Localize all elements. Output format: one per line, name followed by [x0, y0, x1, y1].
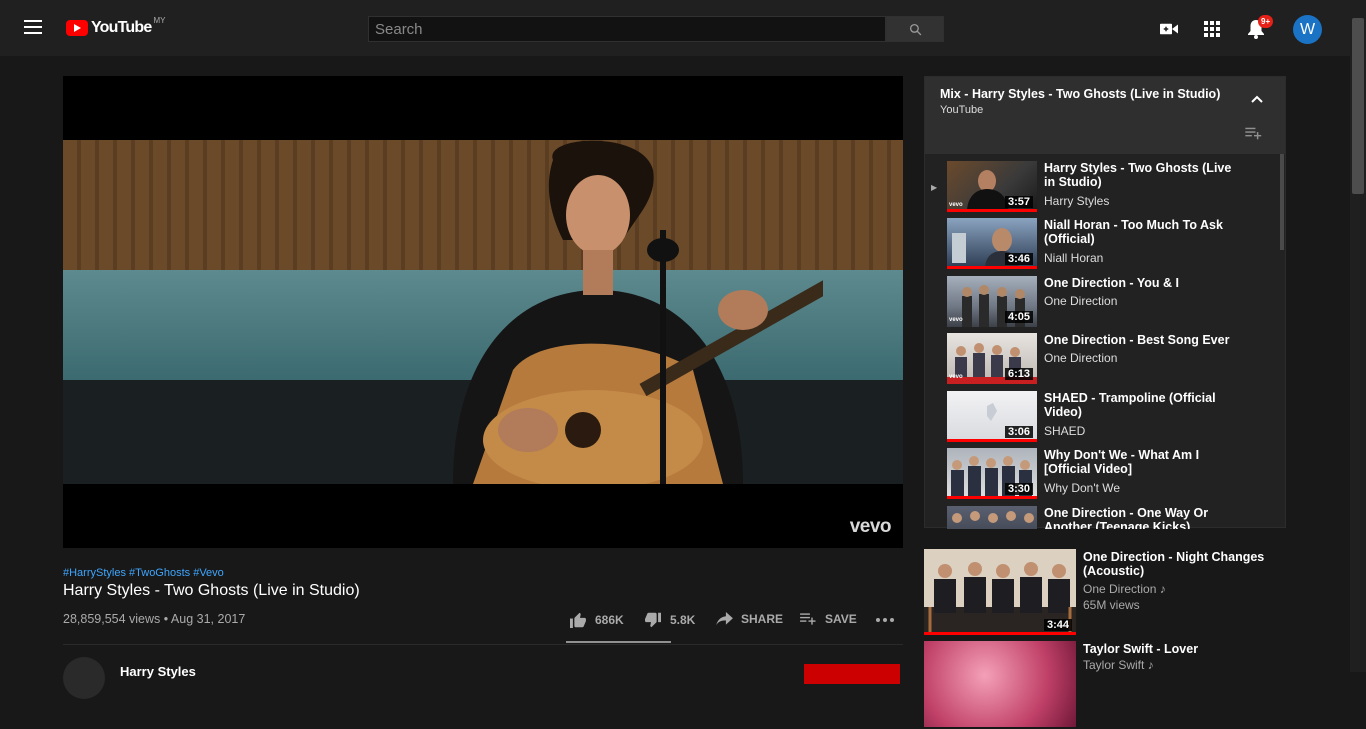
playlist-add-icon: [800, 613, 816, 625]
dislike-button[interactable]: 5.8K: [644, 612, 695, 628]
vevo-watermark: vevo: [849, 516, 892, 537]
logo-text: YouTube: [91, 19, 152, 36]
item-channel: One Direction: [1044, 351, 1118, 365]
item-channel: Niall Horan: [1044, 251, 1104, 265]
recommended-video[interactable]: 3:44 One Direction - Night Changes (Acou…: [924, 549, 1344, 637]
playlist-item[interactable]: One Direction - One Way Or Another (Teen…: [925, 506, 1275, 529]
item-title: One Direction - Best Song Ever: [1044, 333, 1230, 347]
recommended-channel: Taylor Swift ♪: [1083, 658, 1154, 672]
video-thumbnail: [947, 506, 1037, 529]
like-button[interactable]: 686K: [569, 612, 624, 628]
notification-badge: 9+: [1258, 15, 1274, 28]
more-actions-button[interactable]: [876, 618, 894, 622]
recommended-title: One Direction - Night Changes (Acoustic): [1083, 550, 1265, 578]
playlist-item[interactable]: vevo 4:05 One Direction - You & I One Di…: [925, 276, 1275, 330]
duration-label: 4:05: [1004, 311, 1033, 323]
duration-label: 3:57: [1004, 196, 1033, 208]
video-frame: [63, 140, 903, 484]
subscribe-button[interactable]: [804, 664, 900, 684]
item-title: Niall Horan - Too Much To Ask (Official): [1044, 218, 1223, 246]
now-playing-icon: ▶: [931, 183, 938, 192]
like-ratio-bar: [566, 641, 671, 643]
share-label: SHARE: [741, 612, 784, 626]
video-title: Harry Styles - Two Ghosts (Live in Studi…: [63, 582, 360, 599]
search-button[interactable]: [886, 16, 944, 42]
item-title: SHAED - Trampoline (Official Video): [1044, 391, 1216, 419]
playlist-item[interactable]: ▶ vevo 3:57 Harry Styles - Two Ghosts (L…: [925, 161, 1275, 215]
save-playlist-icon[interactable]: [1245, 127, 1263, 140]
recommended-title: Taylor Swift - Lover: [1083, 642, 1199, 656]
thumbs-up-icon: [570, 612, 586, 628]
playlist-header: Mix - Harry Styles - Two Ghosts (Live in…: [925, 77, 1285, 154]
mix-playlist-panel: Mix - Harry Styles - Two Ghosts (Live in…: [924, 76, 1286, 529]
item-title: One Direction - One Way Or Another (Teen…: [1044, 506, 1209, 529]
duration-label: 3:46: [1004, 253, 1033, 265]
like-count: 686K: [595, 613, 624, 627]
create-video-icon[interactable]: [1160, 22, 1178, 36]
recommended-channel: One Direction ♪: [1083, 582, 1166, 596]
item-channel: Why Don't We: [1044, 481, 1121, 495]
search-icon: [909, 23, 921, 35]
recommended-video[interactable]: Taylor Swift - Lover Taylor Swift ♪: [924, 641, 1344, 729]
divider: [63, 644, 903, 645]
item-channel: Harry Styles: [1044, 194, 1110, 208]
video-performer-image: [453, 140, 823, 484]
playlist-title[interactable]: Mix - Harry Styles - Two Ghosts (Live in…: [940, 87, 1270, 101]
video-thumbnail: 3:46: [947, 218, 1037, 269]
apps-icon[interactable]: [1204, 21, 1220, 37]
duration-label: 3:06: [1004, 426, 1033, 438]
item-channel: SHAED: [1044, 424, 1086, 438]
playlist-scrollbar-thumb[interactable]: [1280, 154, 1284, 250]
menu-icon[interactable]: [24, 20, 42, 34]
youtube-logo[interactable]: YouTube MY: [66, 15, 166, 37]
video-thumbnail: vevo 3:57: [947, 161, 1037, 212]
more-horizontal-icon: [876, 618, 894, 622]
country-code: MY: [153, 15, 166, 25]
video-thumbnail: 3:44: [924, 549, 1076, 635]
youtube-play-icon: [66, 20, 88, 36]
video-thumbnail: vevo 4:05: [947, 276, 1037, 327]
item-title: Why Don't We - What Am I [Official Video…: [1044, 448, 1200, 476]
video-hashtags[interactable]: #HarryStyles #TwoGhosts #Vevo: [63, 567, 224, 579]
video-thumbnail: [924, 641, 1076, 727]
chevron-up-icon[interactable]: [1251, 95, 1263, 103]
share-button[interactable]: SHARE: [716, 612, 783, 626]
channel-avatar[interactable]: [63, 657, 105, 699]
playlist-items: ▶ vevo 3:57 Harry Styles - Two Ghosts (L…: [925, 154, 1281, 529]
video-player[interactable]: vevo: [63, 76, 903, 548]
playlist-item[interactable]: 3:06 SHAED - Trampoline (Official Video)…: [925, 391, 1275, 445]
video-thumbnail: 3:30: [947, 448, 1037, 499]
item-title: Harry Styles - Two Ghosts (Live in Studi…: [1044, 161, 1232, 189]
playlist-item[interactable]: vevo 6:13 One Direction - Best Song Ever…: [925, 333, 1275, 387]
save-label: SAVE: [825, 612, 857, 626]
item-channel: One Direction: [1044, 294, 1118, 308]
duration-label: 3:44: [1043, 619, 1072, 631]
account-avatar[interactable]: W: [1293, 15, 1322, 44]
share-icon: [716, 612, 733, 626]
thumbs-down-icon: [645, 612, 661, 628]
playlist-item[interactable]: 3:30 Why Don't We - What Am I [Official …: [925, 448, 1275, 502]
item-title: One Direction - You & I: [1044, 276, 1179, 290]
view-count-date: 28,859,554 views • Aug 31, 2017: [63, 612, 246, 626]
recommended-views: 65M views: [1083, 598, 1140, 612]
save-button[interactable]: SAVE: [800, 612, 857, 626]
duration-label: 3:30: [1004, 483, 1033, 495]
masthead: YouTube MY Search 9+ W: [0, 0, 1350, 56]
dislike-count: 5.8K: [670, 613, 696, 627]
playlist-item[interactable]: 3:46 Niall Horan - Too Much To Ask (Offi…: [925, 218, 1275, 272]
video-thumbnail: 3:06: [947, 391, 1037, 442]
playlist-subtitle: YouTube: [940, 104, 984, 116]
video-thumbnail: vevo 6:13: [947, 333, 1037, 384]
search-input[interactable]: Search: [368, 16, 886, 42]
page-scrollbar-thumb[interactable]: [1352, 18, 1364, 194]
duration-label: 6:13: [1004, 368, 1033, 380]
